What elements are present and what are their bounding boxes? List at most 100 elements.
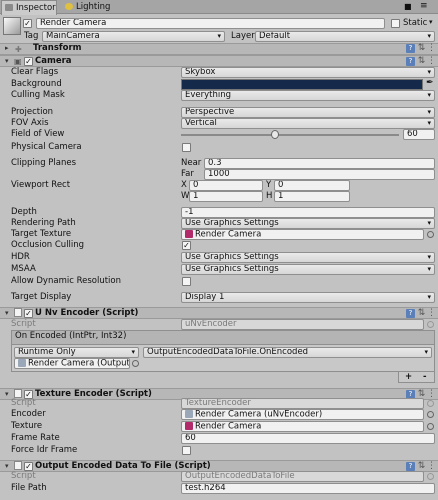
depth-field[interactable]: -1 bbox=[181, 207, 435, 218]
help-icon[interactable]: ? bbox=[406, 57, 415, 66]
viewport-x-label: X bbox=[181, 180, 187, 190]
object-picker-icon[interactable] bbox=[427, 411, 434, 418]
rendering-path-dropdown[interactable]: Use Graphics Settings bbox=[181, 218, 435, 229]
camera-enabled-checkbox[interactable]: ✓ bbox=[24, 57, 33, 66]
settings-icon[interactable]: ⋮ bbox=[427, 57, 436, 66]
texture-field[interactable]: Render Camera bbox=[181, 421, 424, 432]
script-field: TextureEncoder bbox=[181, 398, 424, 409]
near-field[interactable]: 0.3 bbox=[204, 158, 435, 169]
settings-icon[interactable]: ⋮ bbox=[427, 462, 436, 471]
add-event-button[interactable]: + bbox=[405, 372, 412, 383]
camera-title: Camera bbox=[35, 56, 72, 66]
tag-dropdown[interactable]: MainCamera bbox=[42, 31, 225, 42]
frame-rate-field[interactable]: 60 bbox=[181, 433, 435, 444]
preset-icon[interactable]: ⇅ bbox=[417, 57, 426, 66]
far-field[interactable]: 1000 bbox=[204, 169, 435, 180]
script-label: Script bbox=[11, 471, 36, 481]
preset-icon[interactable]: ⇅ bbox=[417, 309, 426, 318]
occlusion-culling-label: Occlusion Culling bbox=[11, 240, 85, 250]
info-icon bbox=[5, 4, 13, 11]
settings-icon[interactable]: ⋮ bbox=[427, 44, 436, 53]
preset-icon[interactable]: ⇅ bbox=[417, 462, 426, 471]
active-checkbox[interactable]: ✓ bbox=[23, 19, 32, 28]
msaa-label: MSAA bbox=[11, 264, 36, 274]
fold-arrow-icon[interactable]: ▾ bbox=[5, 391, 12, 398]
viewport-w-field[interactable]: 1 bbox=[189, 191, 263, 202]
target-display-dropdown[interactable]: Display 1 bbox=[181, 292, 435, 303]
occlusion-culling-checkbox[interactable]: ✓ bbox=[182, 241, 191, 250]
fov-label: Field of View bbox=[11, 129, 65, 139]
script-field: OutputEncodedDataToFile bbox=[181, 471, 424, 482]
force-idr-label: Force Idr Frame bbox=[11, 445, 78, 455]
help-icon[interactable]: ? bbox=[406, 309, 415, 318]
object-picker-icon[interactable] bbox=[427, 423, 434, 430]
encoder-field[interactable]: Render Camera (uNvEncoder) bbox=[181, 409, 424, 420]
settings-icon[interactable]: ⋮ bbox=[427, 390, 436, 399]
script-icon bbox=[14, 308, 22, 317]
viewport-rect-label: Viewport Rect bbox=[11, 180, 71, 190]
fold-arrow-icon[interactable]: ▾ bbox=[5, 463, 12, 470]
function-dropdown[interactable]: OutputEncodedDataToFile.OnEncoded bbox=[143, 347, 432, 358]
viewport-h-label: H bbox=[266, 191, 273, 201]
viewport-x-field[interactable]: 0 bbox=[189, 180, 263, 191]
event-target-field[interactable]: Render Camera (OutputEnc bbox=[14, 358, 130, 369]
fov-value-field[interactable]: 60 bbox=[403, 129, 435, 140]
msaa-dropdown[interactable]: Use Graphics Settings bbox=[181, 264, 435, 275]
object-icon bbox=[185, 410, 193, 418]
hdr-dropdown[interactable]: Use Graphics Settings bbox=[181, 252, 435, 263]
far-label: Far bbox=[181, 169, 194, 179]
viewport-h-field[interactable]: 1 bbox=[274, 191, 350, 202]
object-picker-icon[interactable] bbox=[132, 360, 139, 367]
tab-lighting[interactable]: Lighting bbox=[62, 0, 112, 14]
physical-camera-checkbox[interactable] bbox=[182, 143, 191, 152]
culling-mask-dropdown[interactable]: Everything bbox=[181, 90, 435, 101]
near-label: Near bbox=[181, 158, 202, 168]
eyedropper-icon[interactable]: ✒ bbox=[426, 78, 434, 88]
settings-icon[interactable]: ⋮ bbox=[427, 309, 436, 318]
fold-arrow-icon[interactable]: ▸ bbox=[5, 45, 12, 52]
nv-encoder-enabled-checkbox[interactable]: ✓ bbox=[24, 309, 33, 318]
script-icon bbox=[14, 389, 22, 398]
lock-icon[interactable]: ■ bbox=[404, 2, 412, 11]
event-label: On Encoded (IntPtr, Int32) bbox=[15, 331, 127, 341]
fov-axis-label: FOV Axis bbox=[11, 118, 49, 128]
object-name-field[interactable]: Render Camera bbox=[36, 18, 385, 29]
static-checkbox[interactable] bbox=[391, 19, 400, 28]
object-picker-icon[interactable] bbox=[427, 231, 434, 238]
runtime-dropdown[interactable]: Runtime Only bbox=[14, 347, 139, 358]
viewport-y-label: Y bbox=[266, 180, 272, 190]
help-icon[interactable]: ? bbox=[406, 462, 415, 471]
script-field: uNvEncoder bbox=[181, 319, 424, 330]
fold-arrow-icon[interactable]: ▾ bbox=[5, 310, 12, 317]
projection-label: Projection bbox=[11, 107, 54, 117]
force-idr-checkbox[interactable] bbox=[182, 446, 191, 455]
background-color-field[interactable] bbox=[181, 79, 423, 90]
static-dropdown-icon[interactable]: ▾ bbox=[429, 18, 433, 26]
fold-arrow-icon[interactable]: ▾ bbox=[5, 58, 12, 65]
tag-label: Tag bbox=[24, 31, 39, 41]
fov-axis-dropdown[interactable]: Vertical bbox=[181, 118, 435, 129]
projection-dropdown[interactable]: Perspective bbox=[181, 107, 435, 118]
clear-flags-dropdown[interactable]: Skybox bbox=[181, 67, 435, 78]
fov-slider-thumb[interactable] bbox=[270, 130, 279, 139]
background-label: Background bbox=[11, 79, 62, 89]
render-texture-icon bbox=[185, 422, 193, 430]
clear-flags-label: Clear Flags bbox=[11, 67, 59, 77]
target-texture-field[interactable]: Render Camera bbox=[181, 229, 424, 240]
fov-slider-track[interactable] bbox=[181, 134, 399, 136]
viewport-y-field[interactable]: 0 bbox=[274, 180, 350, 191]
file-path-label: File Path bbox=[11, 483, 47, 493]
nv-encoder-title: U Nv Encoder (Script) bbox=[35, 308, 139, 318]
menu-icon[interactable]: ≡ bbox=[420, 1, 428, 11]
culling-mask-label: Culling Mask bbox=[11, 90, 65, 100]
output-enabled-checkbox[interactable]: ✓ bbox=[24, 462, 33, 471]
preset-icon[interactable]: ⇅ bbox=[417, 44, 426, 53]
file-path-field[interactable]: test.h264 bbox=[181, 483, 435, 494]
help-icon[interactable]: ? bbox=[406, 44, 415, 53]
layer-label: Layer bbox=[231, 31, 255, 41]
remove-event-button[interactable]: - bbox=[423, 372, 427, 383]
dynamic-resolution-checkbox[interactable] bbox=[182, 277, 191, 286]
tab-inspector[interactable]: Inspector bbox=[1, 0, 57, 15]
layer-dropdown[interactable]: Default bbox=[255, 31, 435, 42]
transform-icon: ✚ bbox=[15, 45, 22, 54]
